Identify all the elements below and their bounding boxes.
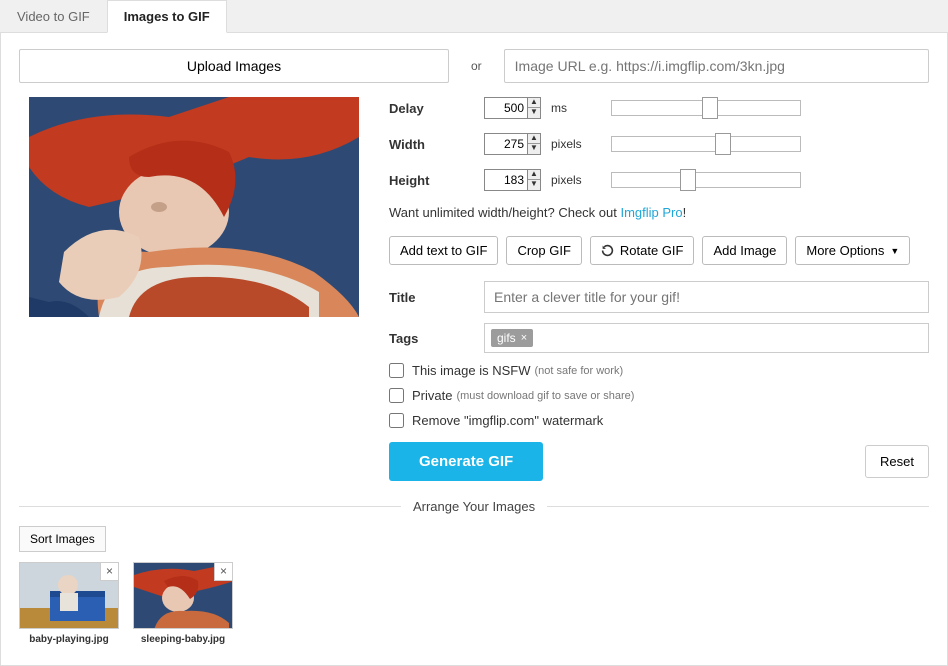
tag-remove-icon[interactable]: × <box>521 332 527 344</box>
height-row: Height ▲▼ pixels <box>389 169 929 191</box>
nsfw-checkbox[interactable] <box>389 363 404 378</box>
width-input[interactable] <box>484 133 528 155</box>
sort-images-button[interactable]: Sort Images <box>19 526 106 552</box>
generate-gif-button[interactable]: Generate GIF <box>389 442 543 481</box>
rotate-gif-button[interactable]: Rotate GIF <box>590 236 695 265</box>
or-label: or <box>465 59 488 73</box>
arrange-heading: Arrange Your Images <box>413 499 535 514</box>
tab-images-to-gif[interactable]: Images to GIF <box>107 0 227 33</box>
height-slider[interactable] <box>611 172 801 188</box>
delay-label: Delay <box>389 101 484 116</box>
width-row: Width ▲▼ pixels <box>389 133 929 155</box>
promo-text: Want unlimited width/height? Check out I… <box>389 205 929 220</box>
tags-label: Tags <box>389 331 484 346</box>
delay-input[interactable] <box>484 97 528 119</box>
watermark-checkbox[interactable] <box>389 413 404 428</box>
delay-slider[interactable] <box>611 100 801 116</box>
tab-video-to-gif[interactable]: Video to GIF <box>0 0 107 32</box>
delay-row: Delay ▲▼ ms <box>389 97 929 119</box>
width-spinner[interactable]: ▲▼ <box>528 133 541 155</box>
thumb-filename: baby-playing.jpg <box>19 634 119 645</box>
preview-image <box>29 97 359 317</box>
reset-button[interactable]: Reset <box>865 445 929 478</box>
main-panel: Upload Images or <box>0 33 948 666</box>
thumb-remove-icon[interactable]: × <box>100 563 118 581</box>
image-url-input[interactable] <box>504 49 929 83</box>
delay-unit: ms <box>551 101 591 115</box>
divider <box>547 506 929 507</box>
width-unit: pixels <box>551 137 591 151</box>
add-text-button[interactable]: Add text to GIF <box>389 236 498 265</box>
imgflip-pro-link[interactable]: Imgflip Pro <box>620 205 682 220</box>
chevron-down-icon: ▼ <box>890 246 899 256</box>
thumb-filename: sleeping-baby.jpg <box>133 634 233 645</box>
width-label: Width <box>389 137 484 152</box>
tags-input[interactable]: gifs × <box>484 323 929 353</box>
title-input[interactable] <box>484 281 929 313</box>
divider <box>19 506 401 507</box>
thumb-remove-icon[interactable]: × <box>214 563 232 581</box>
watermark-checkbox-row[interactable]: Remove "imgflip.com" watermark <box>389 413 929 428</box>
height-unit: pixels <box>551 173 591 187</box>
thumb-item[interactable]: × baby-playing.jpg <box>19 562 119 645</box>
height-label: Height <box>389 173 484 188</box>
private-checkbox[interactable] <box>389 388 404 403</box>
upload-images-button[interactable]: Upload Images <box>19 49 449 83</box>
nsfw-checkbox-row[interactable]: This image is NSFW(not safe for work) <box>389 363 929 378</box>
tag-chip: gifs × <box>491 329 533 347</box>
thumb-item[interactable]: × sleeping-baby.jpg <box>133 562 233 645</box>
tab-bar: Video to GIF Images to GIF <box>0 0 948 33</box>
width-slider[interactable] <box>611 136 801 152</box>
height-spinner[interactable]: ▲▼ <box>528 169 541 191</box>
add-image-button[interactable]: Add Image <box>702 236 787 265</box>
crop-gif-button[interactable]: Crop GIF <box>506 236 581 265</box>
rotate-icon <box>601 244 614 257</box>
delay-spinner[interactable]: ▲▼ <box>528 97 541 119</box>
more-options-button[interactable]: More Options▼ <box>795 236 910 265</box>
private-checkbox-row[interactable]: Private(must download gif to save or sha… <box>389 388 929 403</box>
title-label: Title <box>389 290 484 305</box>
height-input[interactable] <box>484 169 528 191</box>
